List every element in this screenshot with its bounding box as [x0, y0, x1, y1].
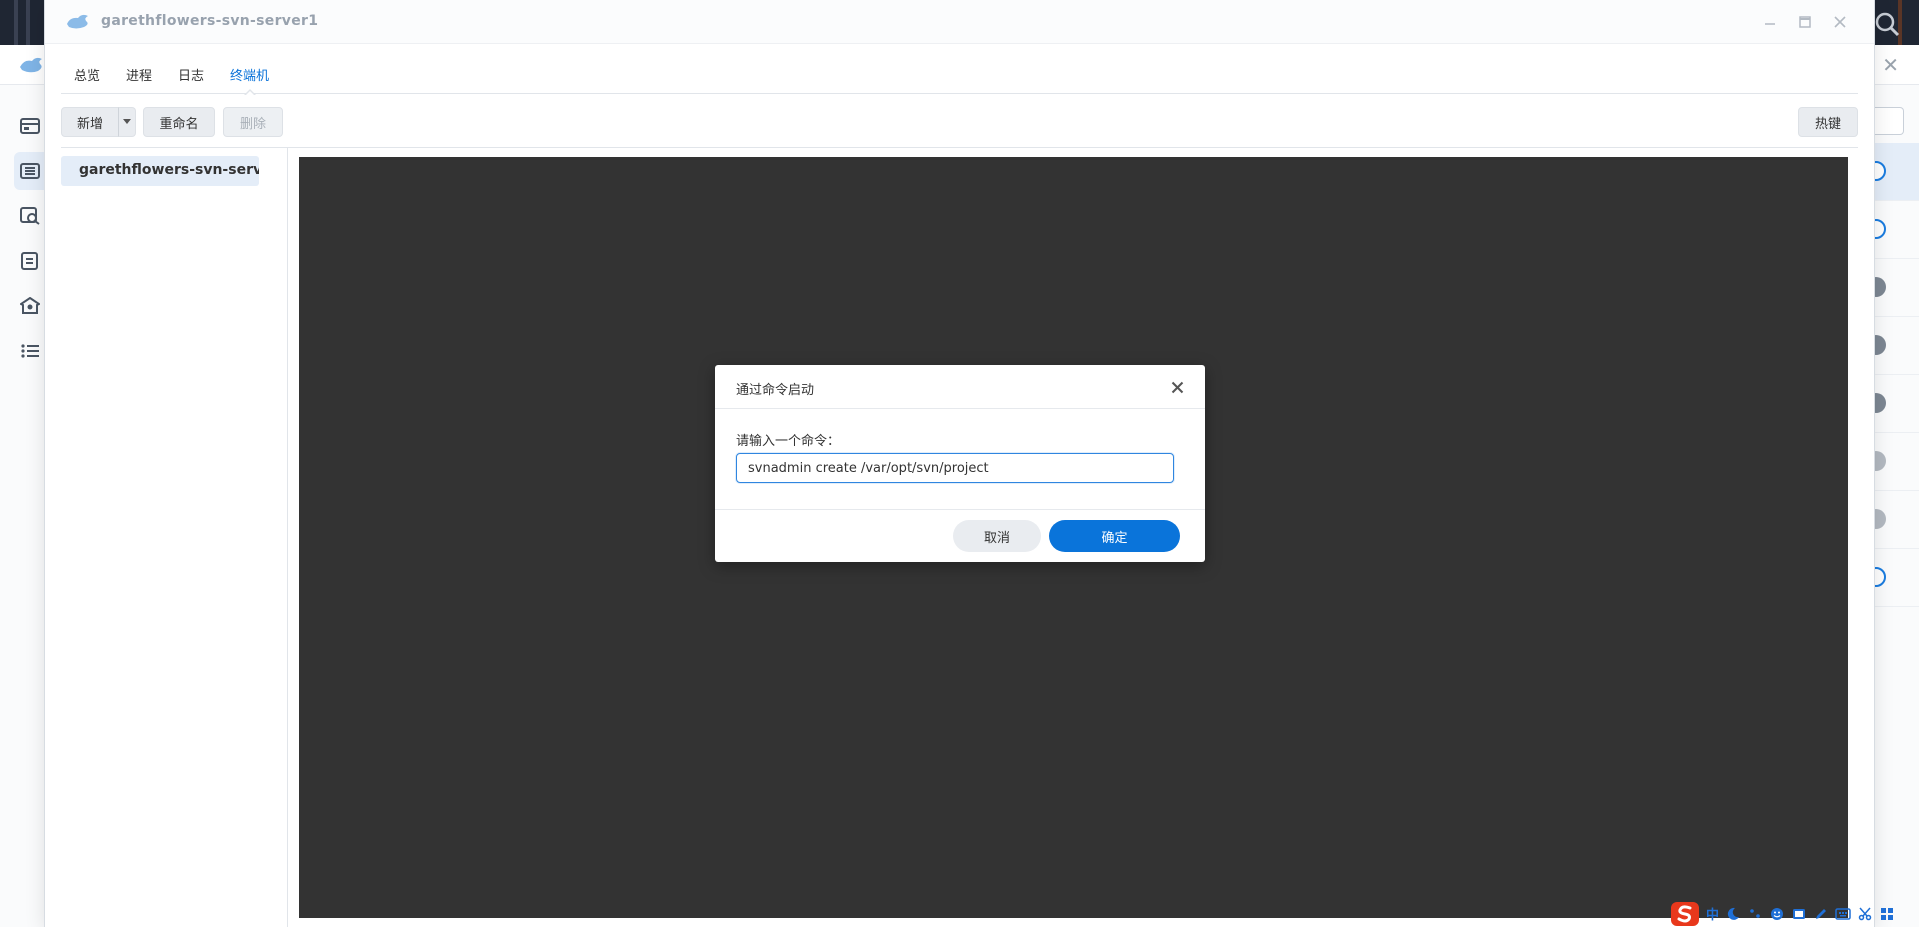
list-item[interactable]	[1866, 549, 1919, 607]
background-search-input[interactable]	[1874, 107, 1904, 135]
command-prompt-label: 请输入一个命令：	[736, 434, 841, 449]
list-item[interactable]	[1866, 433, 1919, 491]
tab-overview[interactable]: 总览	[61, 60, 113, 94]
keyboard-icon[interactable]	[1835, 906, 1851, 922]
cancel-button[interactable]: 取消	[953, 520, 1041, 552]
minimize-icon[interactable]	[1758, 10, 1782, 34]
hotkey-button[interactable]: 热键	[1798, 107, 1858, 137]
list-item[interactable]	[1866, 201, 1919, 259]
container-logo-icon	[65, 13, 91, 31]
registry-search-icon[interactable]	[14, 197, 45, 235]
terminal-list: garethflowers-svn-server1	[61, 148, 288, 927]
window-titlebar[interactable]: garethflowers-svn-server1	[45, 0, 1874, 44]
delete-button[interactable]: 删除	[223, 107, 283, 137]
log-list-icon[interactable]	[14, 332, 45, 370]
dialog-title: 通过命令启动	[736, 383, 815, 398]
dialog-divider	[715, 408, 1205, 409]
list-item[interactable]	[1866, 375, 1919, 433]
moon-icon[interactable]	[1725, 906, 1741, 922]
close-icon[interactable]	[1828, 10, 1852, 34]
chevron-down-icon[interactable]	[118, 107, 136, 137]
background-container-list	[1866, 85, 1919, 927]
screenshot-icon[interactable]	[1791, 906, 1807, 922]
sogou-ime-logo-icon[interactable]	[1670, 900, 1700, 927]
list-item[interactable]	[1866, 491, 1919, 549]
dialog-divider	[715, 509, 1205, 510]
toolbox-grid-icon[interactable]	[1879, 906, 1895, 922]
toolbar-divider	[61, 147, 1858, 148]
background-sidebar	[0, 85, 45, 927]
confirm-button[interactable]: 确定	[1049, 520, 1180, 552]
image-icon[interactable]	[14, 242, 45, 280]
handwriting-icon[interactable]	[1813, 906, 1829, 922]
background-close-icon[interactable]: ✕	[1882, 53, 1899, 77]
tab-bar: 总览 进程 日志 终端机	[61, 60, 1858, 96]
ime-toolbar: 中	[1670, 900, 1919, 927]
emoji-icon[interactable]	[1769, 906, 1785, 922]
maximize-icon[interactable]	[1793, 10, 1817, 34]
rename-button[interactable]: 重命名	[143, 107, 215, 137]
tab-process[interactable]: 进程	[113, 60, 165, 94]
terminal-list-item[interactable]: garethflowers-svn-server1	[61, 156, 259, 186]
new-terminal-button[interactable]: 新增	[61, 107, 119, 137]
container-list-icon[interactable]	[14, 152, 45, 190]
ime-mode-toggle[interactable]: 中	[1706, 904, 1719, 923]
close-icon[interactable]	[1167, 377, 1187, 397]
list-item[interactable]	[1866, 259, 1919, 317]
window-title: garethflowers-svn-server1	[101, 13, 319, 29]
list-item[interactable]	[1866, 143, 1919, 201]
tab-terminal[interactable]: 终端机	[217, 60, 282, 96]
run-command-dialog: 通过命令启动 请输入一个命令： 取消 确定	[715, 365, 1205, 562]
tab-log[interactable]: 日志	[165, 60, 217, 94]
terminal-toolbar: 新增 重命名 删除 热键	[61, 107, 1858, 139]
list-item[interactable]	[1866, 317, 1919, 375]
taskbar-divider	[14, 0, 18, 45]
scissors-icon[interactable]	[1857, 906, 1873, 922]
taskbar-divider	[26, 0, 30, 45]
command-input[interactable]	[736, 453, 1174, 483]
network-icon[interactable]	[14, 287, 45, 325]
punctuation-icon[interactable]	[1747, 906, 1763, 922]
search-icon[interactable]	[1873, 10, 1901, 38]
container-manager-logo-icon	[18, 55, 46, 75]
overview-icon[interactable]	[14, 107, 45, 145]
